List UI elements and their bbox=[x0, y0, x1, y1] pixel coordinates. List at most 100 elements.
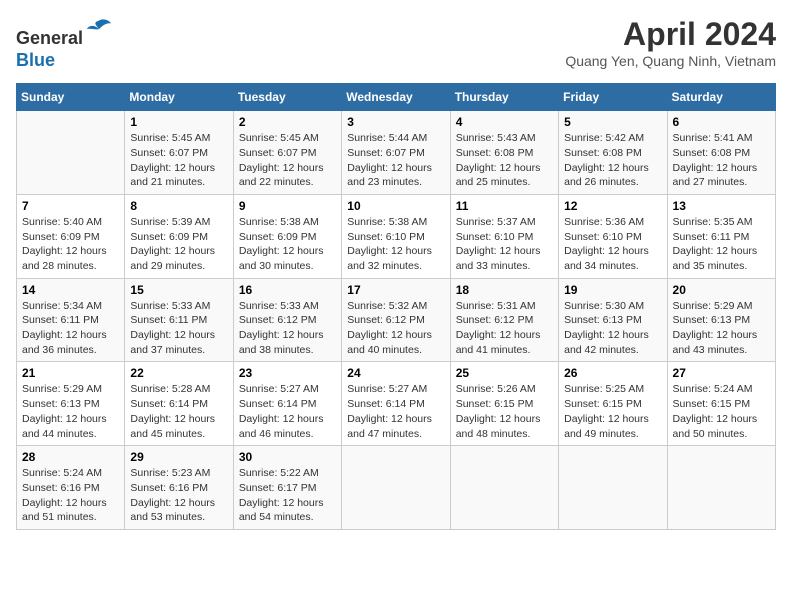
logo-blue: Blue bbox=[16, 50, 55, 70]
calendar-cell: 7 Sunrise: 5:40 AM Sunset: 6:09 PM Daylig… bbox=[17, 194, 125, 278]
day-number: 8 bbox=[130, 199, 227, 213]
day-info: Sunrise: 5:44 AM Sunset: 6:07 PM Dayligh… bbox=[347, 131, 444, 190]
calendar-week-row: 7 Sunrise: 5:40 AM Sunset: 6:09 PM Daylig… bbox=[17, 194, 776, 278]
day-info: Sunrise: 5:37 AM Sunset: 6:10 PM Dayligh… bbox=[456, 215, 553, 274]
day-number: 29 bbox=[130, 450, 227, 464]
day-info: Sunrise: 5:39 AM Sunset: 6:09 PM Dayligh… bbox=[130, 215, 227, 274]
calendar-week-row: 1Sunrise: 5:45 AM Sunset: 6:07 PM Daylig… bbox=[17, 111, 776, 195]
calendar-cell: 27 Sunrise: 5:24 AM Sunset: 6:15 PM Dayli… bbox=[667, 362, 775, 446]
calendar-cell: 17 Sunrise: 5:32 AM Sunset: 6:12 PM Dayli… bbox=[342, 278, 450, 362]
calendar-cell: 24Sunrise: 5:27 AM Sunset: 6:14 PM Dayli… bbox=[342, 362, 450, 446]
day-info: Sunrise: 5:27 AM Sunset: 6:14 PM Dayligh… bbox=[239, 382, 336, 441]
day-number: 20 bbox=[673, 283, 770, 297]
calendar-cell: 6Sunrise: 5:41 AM Sunset: 6:08 PM Daylig… bbox=[667, 111, 775, 195]
day-info: Sunrise: 5:35 AM Sunset: 6:11 PM Dayligh… bbox=[673, 215, 770, 274]
calendar-cell: 12 Sunrise: 5:36 AM Sunset: 6:10 PM Dayli… bbox=[559, 194, 667, 278]
calendar-cell: 8 Sunrise: 5:39 AM Sunset: 6:09 PM Daylig… bbox=[125, 194, 233, 278]
day-info: Sunrise: 5:34 AM Sunset: 6:11 PM Dayligh… bbox=[22, 299, 119, 358]
day-info: Sunrise: 5:22 AM Sunset: 6:17 PM Dayligh… bbox=[239, 466, 336, 525]
day-number: 9 bbox=[239, 199, 336, 213]
day-info: Sunrise: 5:33 AM Sunset: 6:12 PM Dayligh… bbox=[239, 299, 336, 358]
calendar-col-sunday: Sunday bbox=[17, 84, 125, 111]
calendar-col-saturday: Saturday bbox=[667, 84, 775, 111]
day-info: Sunrise: 5:23 AM Sunset: 6:16 PM Dayligh… bbox=[130, 466, 227, 525]
calendar-cell: 10 Sunrise: 5:38 AM Sunset: 6:10 PM Dayli… bbox=[342, 194, 450, 278]
calendar-cell: 11 Sunrise: 5:37 AM Sunset: 6:10 PM Dayli… bbox=[450, 194, 558, 278]
calendar-cell: 25Sunrise: 5:26 AM Sunset: 6:15 PM Dayli… bbox=[450, 362, 558, 446]
day-number: 16 bbox=[239, 283, 336, 297]
day-number: 23 bbox=[239, 366, 336, 380]
day-number: 17 bbox=[347, 283, 444, 297]
day-info: Sunrise: 5:45 AM Sunset: 6:07 PM Dayligh… bbox=[130, 131, 227, 190]
day-info: Sunrise: 5:45 AM Sunset: 6:07 PM Dayligh… bbox=[239, 131, 336, 190]
calendar-cell: 20 Sunrise: 5:29 AM Sunset: 6:13 PM Dayli… bbox=[667, 278, 775, 362]
day-info: Sunrise: 5:28 AM Sunset: 6:14 PM Dayligh… bbox=[130, 382, 227, 441]
calendar-week-row: 21 Sunrise: 5:29 AM Sunset: 6:13 PM Dayli… bbox=[17, 362, 776, 446]
day-number: 10 bbox=[347, 199, 444, 213]
day-info: Sunrise: 5:32 AM Sunset: 6:12 PM Dayligh… bbox=[347, 299, 444, 358]
calendar-cell: 28Sunrise: 5:24 AM Sunset: 6:16 PM Dayli… bbox=[17, 446, 125, 530]
day-number: 4 bbox=[456, 115, 553, 129]
page-header: General Blue April 2024 Quang Yen, Quang… bbox=[16, 16, 776, 71]
logo-general: General bbox=[16, 28, 83, 48]
calendar-cell: 1Sunrise: 5:45 AM Sunset: 6:07 PM Daylig… bbox=[125, 111, 233, 195]
calendar-cell: 18 Sunrise: 5:31 AM Sunset: 6:12 PM Dayli… bbox=[450, 278, 558, 362]
day-number: 3 bbox=[347, 115, 444, 129]
day-info: Sunrise: 5:24 AM Sunset: 6:16 PM Dayligh… bbox=[22, 466, 119, 525]
day-number: 19 bbox=[564, 283, 661, 297]
day-info: Sunrise: 5:31 AM Sunset: 6:12 PM Dayligh… bbox=[456, 299, 553, 358]
calendar-header-row: SundayMondayTuesdayWednesdayThursdayFrid… bbox=[17, 84, 776, 111]
calendar-week-row: 28Sunrise: 5:24 AM Sunset: 6:16 PM Dayli… bbox=[17, 446, 776, 530]
calendar-cell: 14 Sunrise: 5:34 AM Sunset: 6:11 PM Dayli… bbox=[17, 278, 125, 362]
day-info: Sunrise: 5:43 AM Sunset: 6:08 PM Dayligh… bbox=[456, 131, 553, 190]
day-info: Sunrise: 5:38 AM Sunset: 6:10 PM Dayligh… bbox=[347, 215, 444, 274]
day-number: 2 bbox=[239, 115, 336, 129]
calendar-cell: 2 Sunrise: 5:45 AM Sunset: 6:07 PM Daylig… bbox=[233, 111, 341, 195]
day-info: Sunrise: 5:26 AM Sunset: 6:15 PM Dayligh… bbox=[456, 382, 553, 441]
day-info: Sunrise: 5:33 AM Sunset: 6:11 PM Dayligh… bbox=[130, 299, 227, 358]
calendar-cell: 15 Sunrise: 5:33 AM Sunset: 6:11 PM Dayli… bbox=[125, 278, 233, 362]
day-info: Sunrise: 5:36 AM Sunset: 6:10 PM Dayligh… bbox=[564, 215, 661, 274]
day-info: Sunrise: 5:25 AM Sunset: 6:15 PM Dayligh… bbox=[564, 382, 661, 441]
day-number: 11 bbox=[456, 199, 553, 213]
calendar-cell bbox=[667, 446, 775, 530]
day-number: 27 bbox=[673, 366, 770, 380]
calendar-col-friday: Friday bbox=[559, 84, 667, 111]
calendar-cell bbox=[17, 111, 125, 195]
day-number: 21 bbox=[22, 366, 119, 380]
calendar-cell bbox=[342, 446, 450, 530]
day-number: 12 bbox=[564, 199, 661, 213]
calendar-cell: 5 Sunrise: 5:42 AM Sunset: 6:08 PM Daylig… bbox=[559, 111, 667, 195]
day-info: Sunrise: 5:41 AM Sunset: 6:08 PM Dayligh… bbox=[673, 131, 770, 190]
day-info: Sunrise: 5:30 AM Sunset: 6:13 PM Dayligh… bbox=[564, 299, 661, 358]
day-number: 18 bbox=[456, 283, 553, 297]
calendar-cell: 13 Sunrise: 5:35 AM Sunset: 6:11 PM Dayli… bbox=[667, 194, 775, 278]
calendar-cell: 21 Sunrise: 5:29 AM Sunset: 6:13 PM Dayli… bbox=[17, 362, 125, 446]
calendar-cell: 3 Sunrise: 5:44 AM Sunset: 6:07 PM Daylig… bbox=[342, 111, 450, 195]
day-number: 5 bbox=[564, 115, 661, 129]
calendar-cell: 26 Sunrise: 5:25 AM Sunset: 6:15 PM Dayli… bbox=[559, 362, 667, 446]
day-number: 15 bbox=[130, 283, 227, 297]
calendar-col-tuesday: Tuesday bbox=[233, 84, 341, 111]
day-info: Sunrise: 5:29 AM Sunset: 6:13 PM Dayligh… bbox=[673, 299, 770, 358]
day-number: 13 bbox=[673, 199, 770, 213]
calendar-week-row: 14 Sunrise: 5:34 AM Sunset: 6:11 PM Dayli… bbox=[17, 278, 776, 362]
calendar-cell bbox=[450, 446, 558, 530]
logo: General Blue bbox=[16, 16, 113, 71]
calendar-cell: 29 Sunrise: 5:23 AM Sunset: 6:16 PM Dayli… bbox=[125, 446, 233, 530]
day-info: Sunrise: 5:29 AM Sunset: 6:13 PM Dayligh… bbox=[22, 382, 119, 441]
day-number: 24 bbox=[347, 366, 444, 380]
day-number: 26 bbox=[564, 366, 661, 380]
day-info: Sunrise: 5:24 AM Sunset: 6:15 PM Dayligh… bbox=[673, 382, 770, 441]
calendar-cell: 16 Sunrise: 5:33 AM Sunset: 6:12 PM Dayli… bbox=[233, 278, 341, 362]
day-info: Sunrise: 5:42 AM Sunset: 6:08 PM Dayligh… bbox=[564, 131, 661, 190]
day-number: 30 bbox=[239, 450, 336, 464]
main-title: April 2024 bbox=[565, 16, 776, 53]
title-block: April 2024 Quang Yen, Quang Ninh, Vietna… bbox=[565, 16, 776, 69]
day-info: Sunrise: 5:40 AM Sunset: 6:09 PM Dayligh… bbox=[22, 215, 119, 274]
day-number: 22 bbox=[130, 366, 227, 380]
day-number: 7 bbox=[22, 199, 119, 213]
day-number: 14 bbox=[22, 283, 119, 297]
calendar-col-monday: Monday bbox=[125, 84, 233, 111]
calendar-cell bbox=[559, 446, 667, 530]
